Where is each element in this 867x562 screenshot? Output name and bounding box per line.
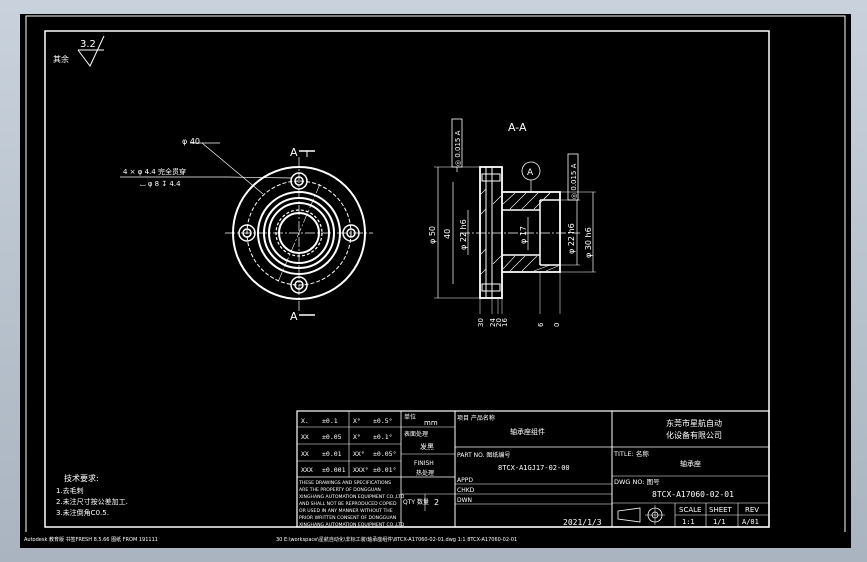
scale-label: SCALE <box>679 506 701 514</box>
section-view[interactable]: A-A φ 50 40 φ 22 h6 φ 17 φ 22 h6 φ 30 h6… <box>428 118 596 327</box>
section-marker-bottom: A <box>290 310 298 323</box>
dim-40: 40 <box>443 229 452 239</box>
tol-r0-c3: ±0.5° <box>373 417 393 425</box>
tol-frame-right: ◎ 0.015 A <box>570 163 578 199</box>
title-label: TITLE: 名称 <box>613 449 649 458</box>
dim-d17: φ 17 <box>519 226 528 244</box>
part-label: PART NO. 图纸编号 <box>457 451 510 459</box>
notice-0: THESE DRAWINGS AND SPECIFICATIONS <box>298 480 391 486</box>
part-value: 8TCX-A1GJ17-02-00 <box>498 464 570 472</box>
tol-frame-left: ◎ 0.015 A <box>454 130 462 166</box>
notice-4: OR USED IN ANY MANNER WITHOUT THE <box>299 508 393 514</box>
bottom-dim-4: 6 <box>537 322 545 327</box>
unit-label: 单位 <box>404 413 416 421</box>
cad-drawing[interactable]: 3.2 其余 A A φ 40 4 × φ 4.4 完全贯穿 ⌴ φ 8 ↧ 4… <box>20 14 851 548</box>
tol-r3-c1: ±0.001 <box>322 466 346 474</box>
tol-r2-c2: XX° <box>353 450 365 458</box>
datum-marker: A <box>527 168 534 178</box>
tol-r1-c2: X° <box>353 433 361 441</box>
status-bar: Autodesk 教育版 书签FRESH 8.5.66 图纸 FROM 1911… <box>20 532 851 548</box>
tol-r2-c3: ±0.05° <box>373 450 396 458</box>
scale-value: 1:1 <box>682 518 695 526</box>
tech-requirements: 技术要求: 1.去毛刺 2.未注尺寸按公差加工. 3.未注倒角C0.5. <box>56 473 128 517</box>
company-line-1: 东莞市星航自动 <box>666 418 722 428</box>
sheet-value: 1/1 <box>713 518 726 526</box>
tol-r3-c3: ±0.01° <box>373 466 396 474</box>
tol-r1-c1: ±0.05 <box>322 433 342 441</box>
notice-6: XINGHANG AUTOMATION EQUIPMENT CO.,LTD <box>299 522 405 528</box>
dwn-label: DWN <box>457 497 472 504</box>
finish-label: FINISH <box>414 460 434 467</box>
project-value: 轴承座组件 <box>510 427 545 436</box>
finish-value: 热处理 <box>416 469 434 477</box>
tech-item-1: 1.去毛刺 <box>56 486 84 495</box>
hole-callout-1: 4 × φ 4.4 完全贯穿 <box>123 167 186 176</box>
status-right: 30 E:\workspace\星航自动化\非标工装\轴承座组件\8TCX-A1… <box>276 537 518 543</box>
surface-value: 发黑 <box>420 442 434 451</box>
section-label: A-A <box>508 121 527 134</box>
status-left: Autodesk 教育版 书签FRESH 8.5.66 图纸 FROM 1911… <box>24 537 158 543</box>
inner-border <box>44 30 770 528</box>
tol-r0-c0: X. <box>301 417 309 425</box>
sheet-label: SHEET <box>709 506 733 514</box>
tech-item-2: 2.未注尺寸按公差加工. <box>56 497 128 506</box>
date-value: 2021/1/3 <box>563 518 602 527</box>
notice-1: ARE THE PROPERTY OF DONGGUAN <box>299 487 381 493</box>
dim-d22-right: φ 22 h6 <box>567 223 576 254</box>
company-line-2: 化设备有限公司 <box>666 430 722 440</box>
tech-item-3: 3.未注倒角C0.5. <box>56 508 109 517</box>
front-view[interactable]: A A φ 40 4 × φ 4.4 完全贯穿 ⌴ φ 8 ↧ 4.4 <box>120 137 373 323</box>
hole-callout-2: ⌴ φ 8 ↧ 4.4 <box>140 180 181 188</box>
tol-r1-c3: ±0.1° <box>373 433 393 441</box>
tol-r2-c1: ±0.01 <box>322 450 342 458</box>
unit-value: mm <box>424 419 438 427</box>
title-block-text: X. ±0.1 X° ±0.5° XX ±0.05 X° ±0.1° XX ±0… <box>298 413 759 528</box>
drawing-canvas[interactable]: 3.2 其余 A A φ 40 4 × φ 4.4 完全贯穿 ⌴ φ 8 ↧ 4… <box>20 14 851 548</box>
bottom-dim-5: 0 <box>553 323 561 327</box>
chkd-label: CHKD <box>457 487 475 494</box>
roughness-symbol: 3.2 其余 <box>53 35 105 67</box>
tol-r0-c2: X° <box>353 417 361 425</box>
dwg-value: 8TCX-A17060-02-01 <box>652 490 734 499</box>
surface-label: 表面处理 <box>404 430 428 438</box>
dim-d30: φ 30 h6 <box>584 227 593 258</box>
tol-r0-c1: ±0.1 <box>322 417 338 425</box>
title-value: 轴承座 <box>680 459 701 468</box>
bottom-dim-3: 16 <box>501 318 509 327</box>
notice-2: XINGHANG AUTOMATION EQUIPMENT CO.,LTD <box>299 494 405 500</box>
tol-r2-c0: XX <box>301 450 309 458</box>
notice-3: AND SHALL NOT BE REPRODUCED COPIED <box>299 501 397 507</box>
bottom-dim-0: 30 <box>477 318 485 327</box>
tech-title: 技术要求: <box>64 473 99 483</box>
dim-d50: φ 50 <box>428 226 437 244</box>
section-marker-top: A <box>290 146 298 159</box>
dwg-label: DWG NO: 图号 <box>614 478 660 486</box>
project-label: 项目 产品名称 <box>457 414 495 422</box>
tol-r1-c0: XX <box>301 433 309 441</box>
rev-label: REV <box>745 506 759 514</box>
tol-r3-c0: XXX <box>301 466 313 474</box>
dim-d22-left: φ 22 h6 <box>459 219 468 250</box>
outer-border <box>25 15 846 539</box>
roughness-value: 3.2 <box>80 39 96 50</box>
appd-label: APPD <box>457 477 473 484</box>
notice-5: PRIOR WRITTEN CONSENT OF DONGGUAN <box>299 515 396 521</box>
roughness-note: 其余 <box>53 54 69 64</box>
rev-value: A/01 <box>742 518 759 526</box>
tol-r3-c2: XXX° <box>353 466 369 474</box>
dim-d40: φ 40 <box>182 137 200 146</box>
qty-value: 2 <box>434 498 439 507</box>
qty-label: QTY 数量 <box>403 498 429 506</box>
application-window: 3.2 其余 A A φ 40 4 × φ 4.4 完全贯穿 ⌴ φ 8 ↧ 4… <box>0 0 867 562</box>
